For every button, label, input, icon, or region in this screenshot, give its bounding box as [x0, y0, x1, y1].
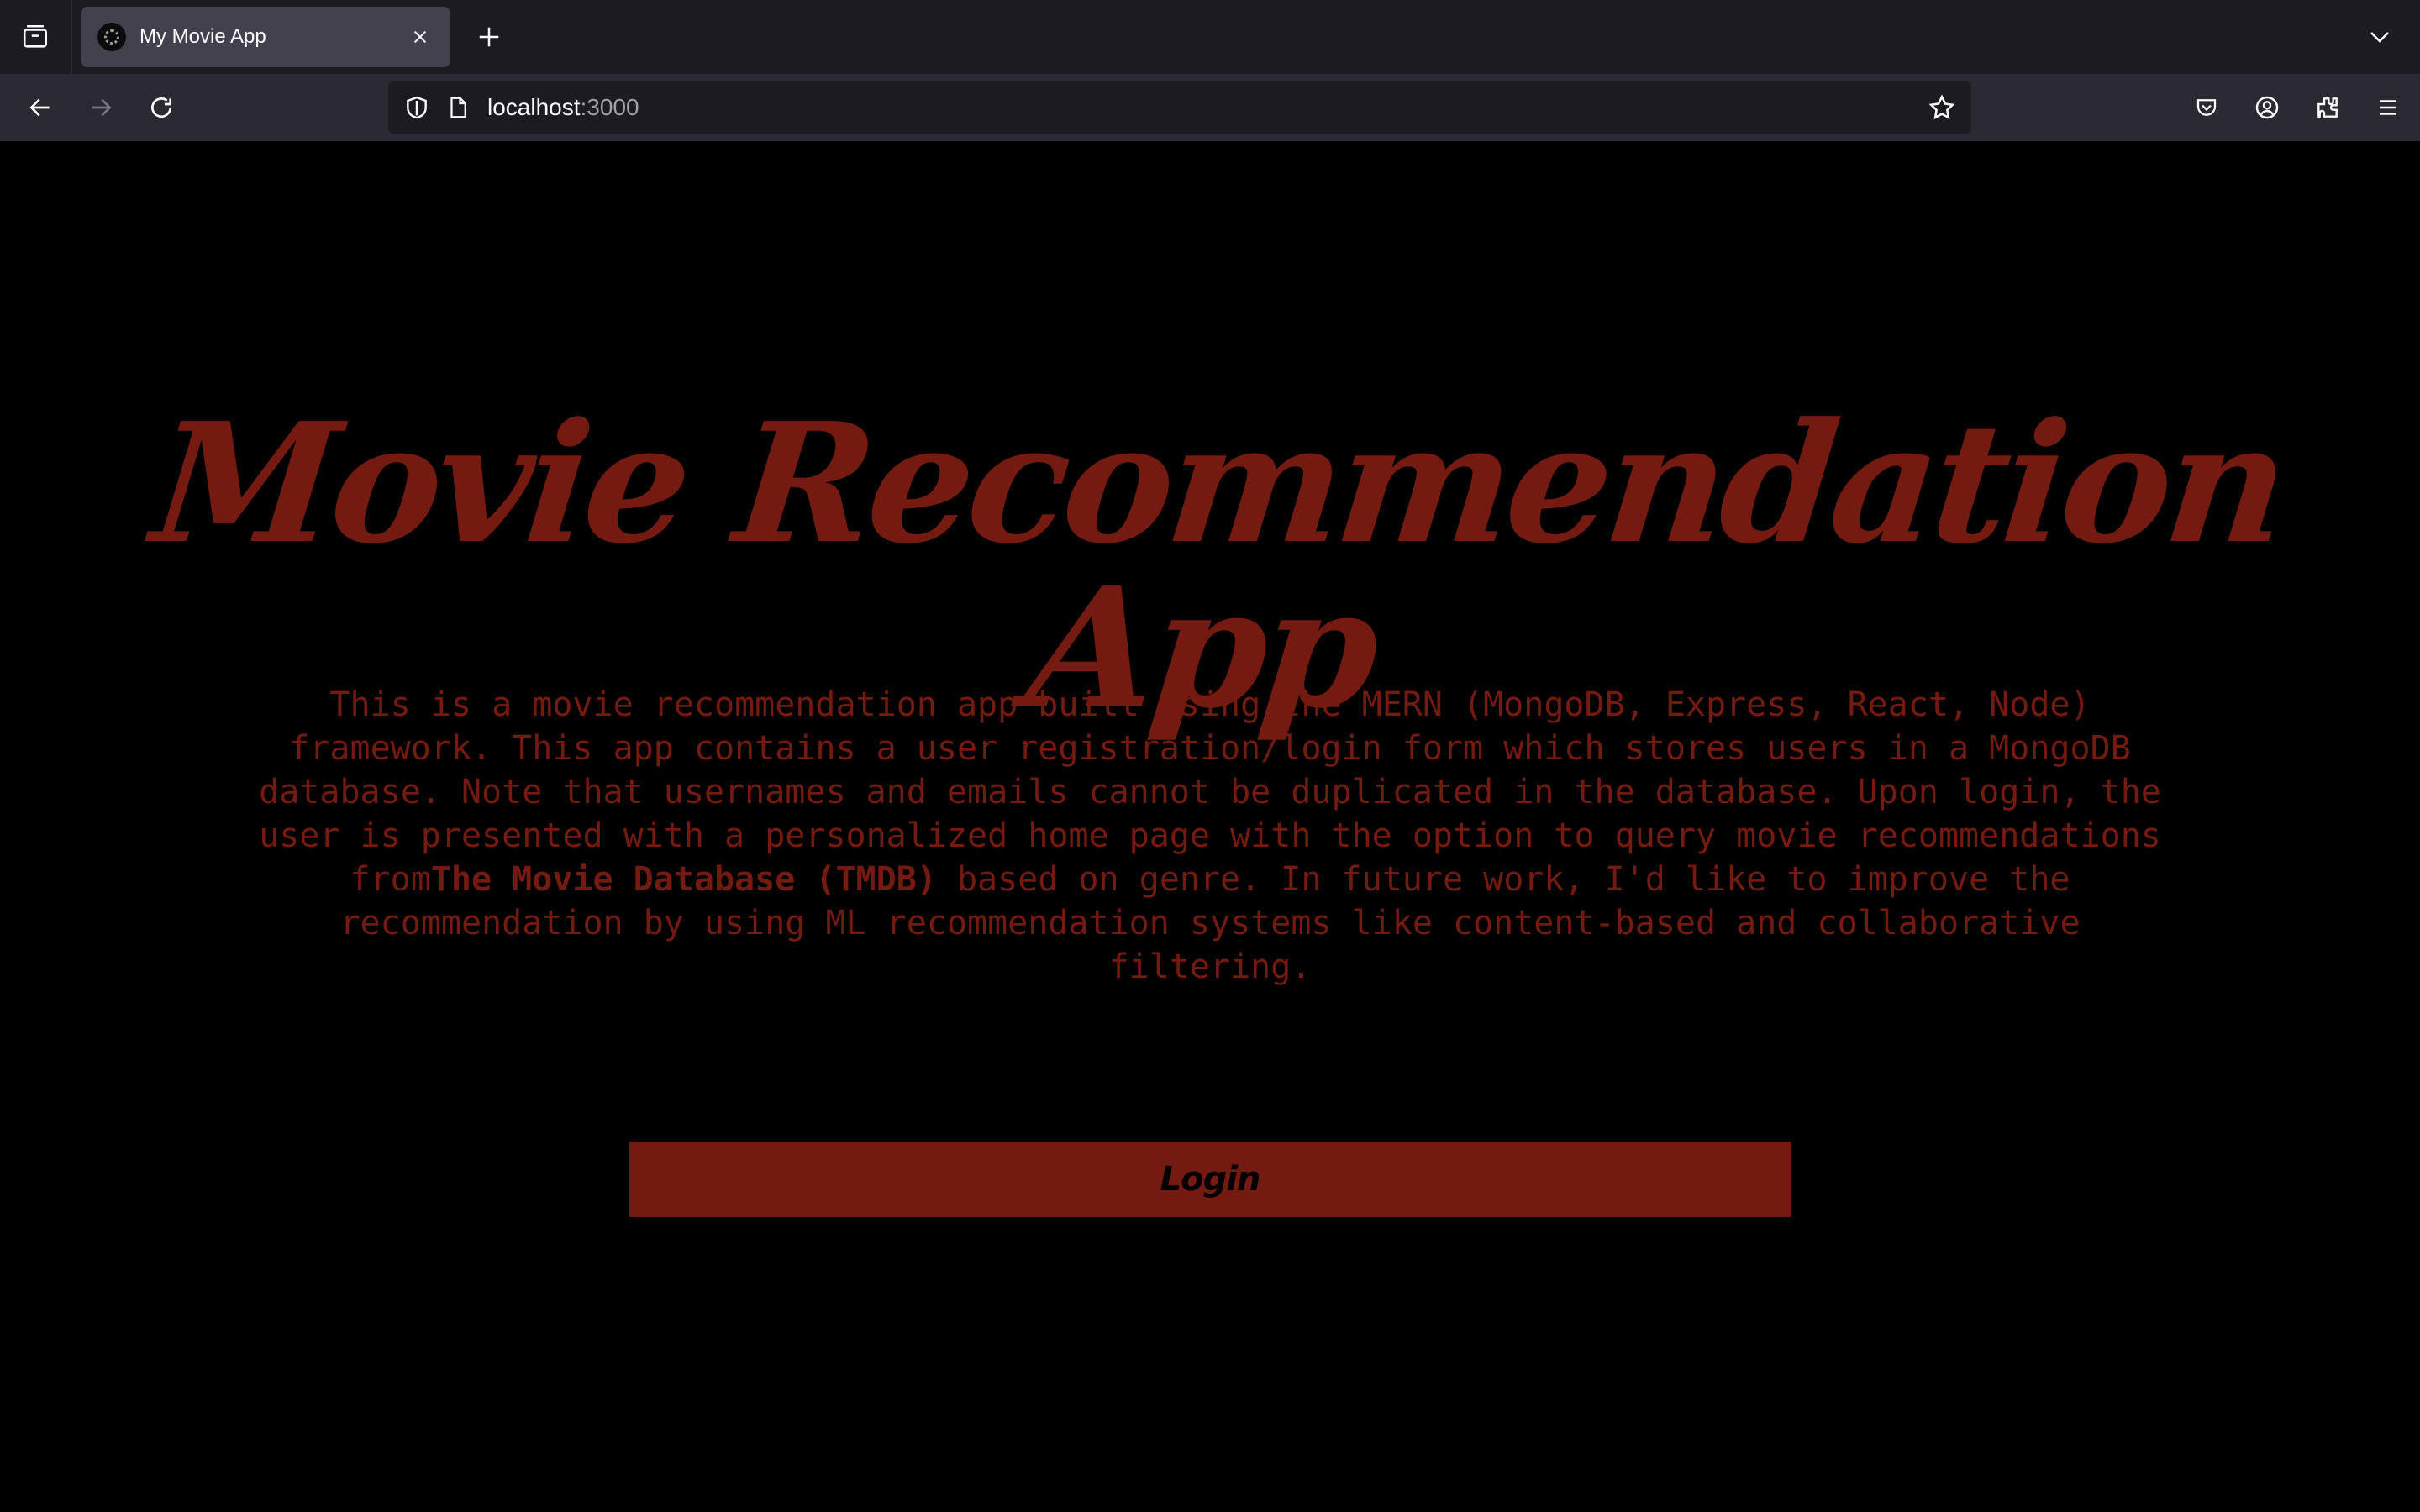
url-host: localhost: [487, 94, 581, 120]
menu-button[interactable]: [2366, 86, 2410, 129]
film-reel-icon: [97, 23, 126, 51]
menu-icon: [2380, 100, 2396, 115]
login-button[interactable]: Login: [629, 1142, 1791, 1217]
page-content: Movie Recommendation App This is a movie…: [0, 141, 2420, 1512]
tab-strip: My Movie App: [0, 0, 2420, 74]
tab-overview-button[interactable]: [0, 0, 71, 74]
tmdb-name: The Movie Database (TMDB): [430, 860, 937, 899]
forward-arrow-icon: [92, 98, 112, 117]
tab-title: My Movie App: [139, 25, 266, 48]
pocket-button[interactable]: [2185, 86, 2228, 129]
pocket-icon: [2196, 99, 2217, 116]
reload-button[interactable]: [139, 86, 183, 129]
page-icon: [450, 97, 466, 118]
shield-icon[interactable]: [403, 94, 430, 121]
plus-icon: [479, 27, 499, 47]
toolbar-right: [2185, 86, 2410, 129]
back-button[interactable]: [18, 86, 62, 129]
account-icon: [2255, 96, 2279, 119]
reload-icon: [151, 97, 172, 118]
app-description: This is a movie recommendation app built…: [255, 683, 2165, 989]
chevron-down-icon: [2370, 32, 2389, 43]
list-all-tabs-button[interactable]: [2358, 15, 2402, 59]
navigation-toolbar: localhost:3000: [0, 74, 2420, 141]
back-arrow-icon: [29, 98, 50, 117]
forward-button[interactable]: [79, 86, 123, 129]
account-button[interactable]: [2245, 86, 2289, 129]
extensions-icon: [2317, 97, 2338, 118]
new-tab-button[interactable]: [462, 7, 516, 67]
browser-tab[interactable]: My Movie App: [81, 7, 450, 67]
star-icon[interactable]: [1928, 93, 1956, 122]
tab-overview-icon: [23, 24, 48, 48]
page-title: Movie Recommendation App: [145, 387, 2292, 745]
extensions-button[interactable]: [2306, 86, 2349, 129]
tab-separator: [71, 0, 72, 74]
url-port: :3000: [580, 94, 639, 120]
address-bar[interactable]: localhost:3000: [388, 81, 1971, 134]
tab-close-button[interactable]: [407, 24, 434, 50]
close-icon: [413, 30, 427, 44]
url-text[interactable]: localhost:3000: [487, 94, 639, 121]
login-button-label: Login: [1160, 1160, 1261, 1199]
